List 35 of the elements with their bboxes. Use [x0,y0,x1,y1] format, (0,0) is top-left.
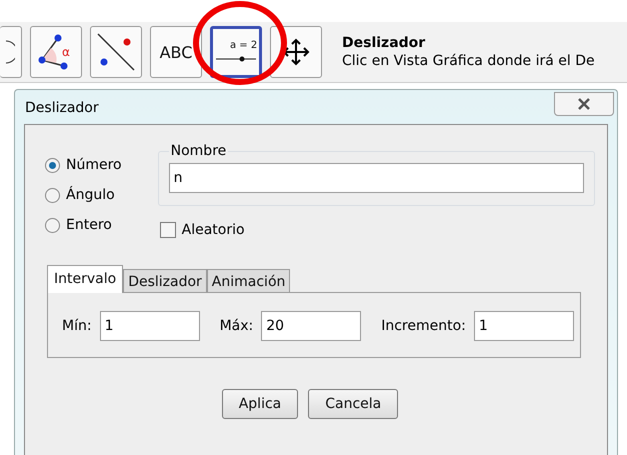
dialog-title: Deslizador [25,100,99,116]
radio-option[interactable]: Número [45,157,122,173]
radio-button[interactable] [45,218,60,232]
close-icon [576,98,592,110]
field-label: Máx: [220,318,254,334]
checkbox-label: Aleatorio [182,222,245,238]
tab[interactable]: Intervalo [47,265,124,293]
tool-help: Clic en Vista Gráfica donde irá el De [342,53,595,69]
name-field[interactable]: n [168,163,584,193]
value-field[interactable]: 1 [474,311,574,341]
tool-button[interactable]: α [30,26,82,78]
move-icon [282,38,310,66]
radio-label: Ángulo [66,187,115,203]
apply-button[interactable]: Aplica [222,389,298,419]
tool-name: Deslizador [342,35,426,51]
field-label: Incremento: [381,318,466,334]
group-legend: Nombre [168,143,228,159]
tool-label: ABC [160,42,192,62]
radio-option[interactable]: Entero [45,217,122,233]
radio-label: Número [66,157,122,173]
tab[interactable]: Animación [206,269,290,293]
radio-button[interactable] [45,188,60,202]
tool-button[interactable]: ABC [150,26,202,78]
field-label: Mín: [62,318,92,334]
value-field[interactable]: 20 [261,311,362,341]
radio-option[interactable]: Ángulo [45,187,122,203]
close-button[interactable] [554,92,614,116]
radio-button[interactable] [45,158,60,172]
tab[interactable]: Deslizador [123,269,207,293]
tool-button[interactable]: a = 2 [210,26,262,78]
radio-label: Entero [66,217,112,233]
checkbox[interactable] [160,222,176,238]
value-field[interactable]: 1 [100,311,200,341]
tool-button[interactable] [90,26,142,78]
cancel-button[interactable]: Cancela [308,389,398,419]
